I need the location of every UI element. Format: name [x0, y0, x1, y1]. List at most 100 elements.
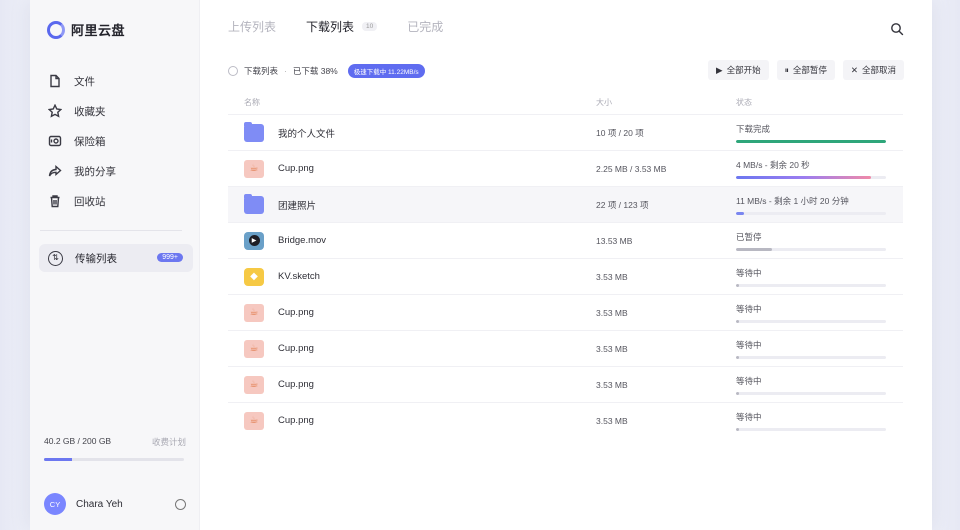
table-row[interactable]: ☕ Cup.png 3.53 MB 等待中: [228, 366, 903, 402]
sidebar-item-label: 回收站: [74, 195, 106, 208]
search-icon[interactable]: [890, 22, 904, 36]
image-file-icon: ☕: [244, 159, 264, 178]
file-size: 3.53 MB: [596, 379, 628, 390]
progress-bar: [736, 355, 886, 359]
play-icon: ▶: [716, 64, 723, 75]
sidebar-item-safe[interactable]: 保险箱: [40, 126, 190, 156]
cancel-all-button[interactable]: ✕ 全部取消: [842, 60, 904, 80]
tab-download-label: 下载列表: [306, 20, 355, 34]
status-cell: 等待中: [736, 303, 903, 323]
file-size: 13.53 MB: [596, 235, 633, 246]
pause-all-button[interactable]: ⏸ 全部暂停: [776, 60, 835, 80]
download-summary: 下载列表 · 已下载 38% 极速下载中 11.22MB/s: [228, 64, 425, 78]
file-name-cell: ▶ Bridge.mov: [228, 231, 596, 250]
status-cell: 4 MB/s - 剩余 20 秒: [736, 159, 903, 179]
table-header: 名称 大小 状态: [228, 90, 903, 114]
table-row[interactable]: 团建照片 22 项 / 123 项 11 MB/s - 剩余 1 小时 20 分钟: [228, 186, 903, 222]
progress-bar: [736, 427, 886, 431]
progress-bar-fill: [736, 247, 772, 251]
pause-all-label: 全部暂停: [792, 65, 827, 75]
file-size: 3.53 MB: [596, 271, 628, 282]
table-row[interactable]: ☕ Cup.png 3.53 MB 等待中: [228, 294, 903, 330]
column-size-header[interactable]: 大小: [596, 97, 736, 108]
status-cell: 等待中: [736, 339, 903, 359]
main-panel: 上传列表 下载列表 10 已完成 下载列表 · 已下载 38% 极速下载中 11…: [200, 0, 932, 530]
progress-bar: [736, 139, 886, 143]
progress-bar-fill: [736, 355, 739, 359]
pause-icon: ⏸: [784, 64, 789, 75]
transfer-count-badge: 999+: [157, 253, 183, 262]
status-cell: 11 MB/s - 剩余 1 小时 20 分钟: [736, 195, 903, 215]
progress-bar-fill: [736, 139, 886, 143]
sidebar-item-favorites[interactable]: 收藏夹: [40, 96, 190, 126]
speed-badge: 极速下载中 11.22MB/s: [347, 64, 425, 78]
tab-download[interactable]: 下载列表 10: [306, 18, 378, 35]
transfer-label: 传输列表: [75, 252, 117, 265]
cancel-all-label: 全部取消: [861, 65, 896, 75]
select-all-checkbox[interactable]: [228, 66, 238, 76]
file-name-cell: 团建照片: [228, 193, 596, 214]
image-file-icon: ☕: [244, 339, 264, 358]
download-table: 名称 大小 状态 我的个人文件 10 项 / 20 项 下载完成 ☕ Cup.png 2.…: [228, 90, 903, 438]
downloaded-percent: 已下载 38%: [292, 66, 338, 76]
status-text: 11 MB/s - 剩余 1 小时 20 分钟: [736, 195, 849, 206]
tab-upload[interactable]: 上传列表: [228, 18, 276, 35]
file-name: 我的个人文件: [278, 128, 336, 140]
pricing-plan-link[interactable]: 收费计划: [152, 436, 186, 448]
file-size: 2.25 MB / 3.53 MB: [596, 163, 667, 174]
file-name: KV.sketch: [278, 271, 320, 282]
tab-download-count: 10: [362, 22, 378, 31]
file-name: Cup.png: [278, 163, 314, 174]
file-name-cell: ☕ Cup.png: [228, 411, 596, 430]
progress-bar-fill: [736, 319, 739, 323]
sidebar-divider: [40, 230, 182, 231]
sidebar: 阿里云盘 文件 收藏夹 保险箱 我的分享 回收站 ⇅ 传输列表 999+ 40.…: [30, 0, 200, 530]
file-name: Cup.png: [278, 307, 314, 318]
sidebar-item-transfer[interactable]: ⇅ 传输列表 999+: [39, 244, 193, 272]
app-window: 阿里云盘 文件 收藏夹 保险箱 我的分享 回收站 ⇅ 传输列表 999+ 40.…: [30, 0, 932, 530]
table-row[interactable]: ☕ Cup.png 3.53 MB 等待中: [228, 330, 903, 366]
trash-icon: [50, 195, 60, 208]
file-name: Bridge.mov: [278, 235, 327, 246]
sidebar-item-files[interactable]: 文件: [40, 66, 190, 96]
logo[interactable]: 阿里云盘: [47, 20, 125, 39]
safe-icon: [48, 135, 62, 147]
status-text: 等待中: [736, 375, 762, 386]
column-name-header[interactable]: 名称: [228, 97, 596, 108]
progress-bar: [736, 175, 886, 179]
table-row[interactable]: ◆ KV.sketch 3.53 MB 等待中: [228, 258, 903, 294]
file-size: 3.53 MB: [596, 415, 628, 426]
sidebar-item-trash[interactable]: 回收站: [40, 186, 190, 216]
file-name: 团建照片: [278, 200, 317, 212]
status-cell: 已暂停: [736, 231, 903, 251]
user-profile[interactable]: CY Chara Yeh: [44, 493, 186, 515]
avatar[interactable]: CY: [44, 493, 66, 515]
column-status-header[interactable]: 状态: [736, 97, 903, 108]
sidebar-item-share[interactable]: 我的分享: [40, 156, 190, 186]
progress-bar-fill: [736, 211, 744, 215]
progress-bar: [736, 211, 886, 215]
table-row[interactable]: ☕ Cup.png 3.53 MB 等待中: [228, 402, 903, 438]
start-all-button[interactable]: ▶ 全部开始: [708, 60, 769, 80]
progress-bar-fill: [736, 283, 739, 287]
table-row[interactable]: ▶ Bridge.mov 13.53 MB 已暂停: [228, 222, 903, 258]
sidebar-item-label: 收藏夹: [74, 105, 106, 118]
logout-icon[interactable]: [175, 498, 186, 510]
logo-icon: [47, 20, 65, 39]
status-text: 等待中: [736, 303, 762, 314]
sidebar-item-label: 我的分享: [74, 165, 116, 178]
status-text: 已暂停: [736, 231, 762, 242]
sidebar-item-label: 保险箱: [74, 135, 106, 148]
table-row[interactable]: ☕ Cup.png 2.25 MB / 3.53 MB 4 MB/s - 剩余 20 …: [228, 150, 903, 186]
status-text: 4 MB/s - 剩余 20 秒: [736, 159, 810, 170]
file-size: 3.53 MB: [596, 307, 628, 318]
folder-icon: [244, 193, 264, 214]
progress-bar: [736, 283, 886, 287]
tab-done[interactable]: 已完成: [407, 18, 443, 35]
file-name-cell: ☕ Cup.png: [228, 339, 596, 358]
progress-bar-fill: [736, 175, 871, 179]
progress-bar-fill: [736, 391, 739, 395]
status-cell: 下载完成: [736, 123, 903, 143]
transfer-icon: ⇅: [48, 250, 63, 266]
table-row[interactable]: 我的个人文件 10 项 / 20 项 下载完成: [228, 114, 903, 150]
